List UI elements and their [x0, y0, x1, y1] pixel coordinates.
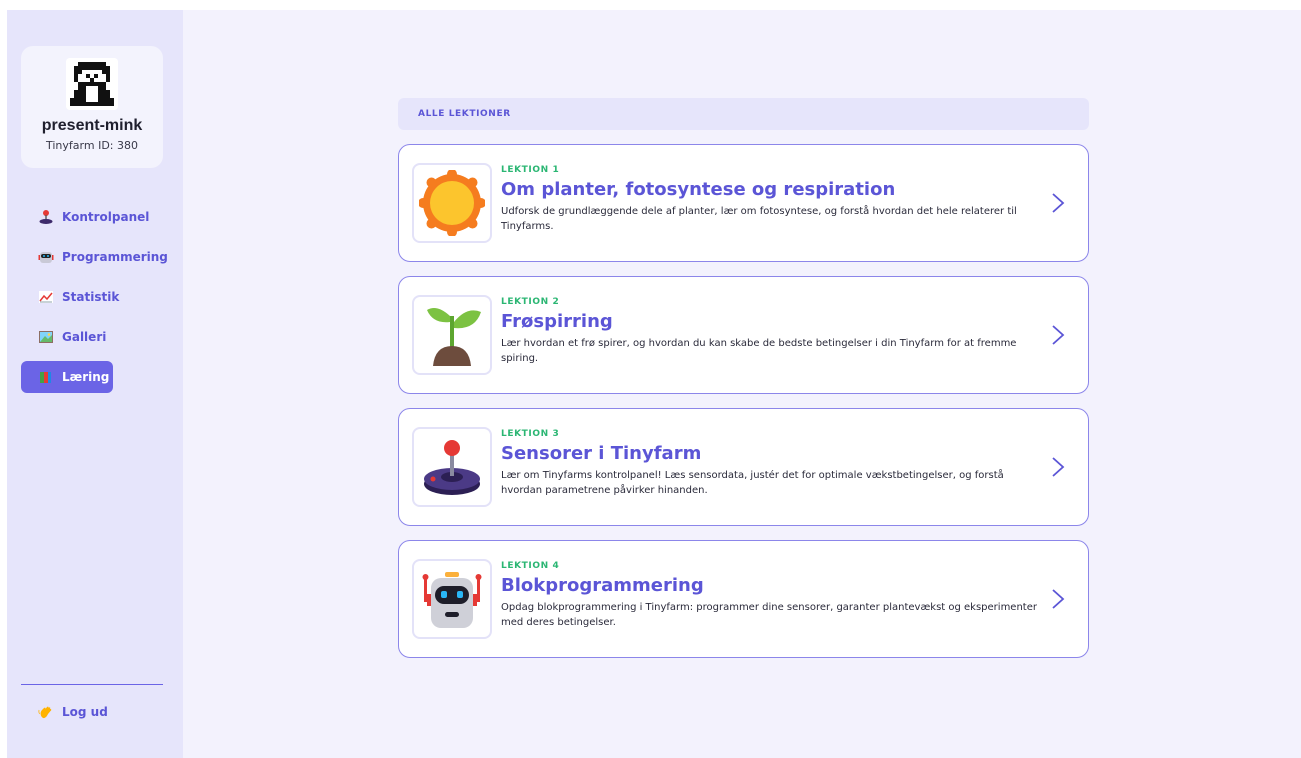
- sidebar-item-laering[interactable]: Læring: [21, 361, 113, 393]
- profile-card: present-mink Tinyfarm ID: 380: [21, 46, 163, 168]
- sidebar-divider: [21, 684, 163, 685]
- books-icon: [40, 372, 51, 383]
- avatar: [66, 58, 118, 110]
- sidebar-item-statistik[interactable]: Statistik: [21, 281, 119, 313]
- robot-icon: [38, 252, 54, 263]
- lesson-card-3[interactable]: LEKTION 3 Sensorer i Tinyfarm Lær om Tin…: [398, 408, 1089, 526]
- lesson-title: Om planter, fotosyntese og respiration: [501, 179, 896, 200]
- lesson-title: Frøspirring: [501, 311, 613, 332]
- lesson-thumbnail: [412, 559, 492, 639]
- section-title: ALLE LEKTIONER: [418, 109, 511, 119]
- lesson-text: LEKTION 2 Frøspirring Lær hvordan et frø…: [501, 297, 1041, 366]
- chevron-right-icon: [1052, 193, 1065, 213]
- lesson-description: Lær om Tinyfarms kontrolpanel! Læs senso…: [501, 470, 1004, 496]
- tinyfarm-id: Tinyfarm ID: 380: [46, 139, 138, 152]
- sidebar-item-label: Programmering: [62, 250, 168, 264]
- lesson-number: LEKTION 4: [501, 561, 560, 571]
- lesson-thumbnail: [412, 427, 492, 507]
- sidebar-item-label: Galleri: [62, 330, 107, 344]
- section-header: ALLE LEKTIONER: [398, 98, 1089, 130]
- lesson-thumbnail: [412, 295, 492, 375]
- lesson-number: LEKTION 2: [501, 297, 560, 307]
- chart-icon: [39, 291, 53, 303]
- lesson-thumbnail: [412, 163, 492, 243]
- lesson-card-4[interactable]: LEKTION 4 Blokprogrammering Opdag blokpr…: [398, 540, 1089, 658]
- lesson-description: Udforsk de grundlæggende dele af planter…: [501, 206, 1017, 232]
- sidebar-nav: Kontrolpanel Programmering Statistik Gal…: [21, 201, 171, 401]
- chevron-right-icon: [1052, 589, 1065, 609]
- lesson-description: Lær hvordan et frø spirer, og hvordan du…: [501, 338, 1017, 364]
- sidebar-item-galleri[interactable]: Galleri: [21, 321, 113, 353]
- lesson-title: Blokprogrammering: [501, 575, 704, 596]
- sidebar-item-kontrolpanel[interactable]: Kontrolpanel: [21, 201, 149, 233]
- sidebar-item-label: Statistik: [62, 290, 120, 304]
- sidebar: present-mink Tinyfarm ID: 380 Kontrolpan…: [7, 10, 183, 758]
- logout-label: Log ud: [62, 705, 108, 719]
- chevron-right-icon: [1052, 325, 1065, 345]
- lesson-title: Sensorer i Tinyfarm: [501, 443, 702, 464]
- lesson-description: Opdag blokprogrammering i Tinyfarm: prog…: [501, 602, 1037, 628]
- sidebar-item-programmering[interactable]: Programmering: [21, 241, 168, 273]
- chevron-right-icon: [1052, 457, 1065, 477]
- lesson-text: LEKTION 3 Sensorer i Tinyfarm Lær om Tin…: [501, 429, 1041, 498]
- picture-icon: [39, 331, 53, 343]
- lesson-number: LEKTION 3: [501, 429, 560, 439]
- sidebar-item-label: Kontrolpanel: [62, 210, 150, 224]
- username: present-mink: [41, 117, 143, 134]
- lesson-card-1[interactable]: LEKTION 1 Om planter, fotosyntese og res…: [398, 144, 1089, 262]
- lesson-text: LEKTION 4 Blokprogrammering Opdag blokpr…: [501, 561, 1041, 630]
- sun-icon: [419, 170, 485, 236]
- lesson-text: LEKTION 1 Om planter, fotosyntese og res…: [501, 165, 1041, 234]
- waving-hand-icon: [38, 706, 52, 719]
- lesson-number: LEKTION 1: [501, 165, 560, 175]
- lesson-card-2[interactable]: LEKTION 2 Frøspirring Lær hvordan et frø…: [398, 276, 1089, 394]
- seedling-icon: [427, 308, 481, 366]
- joystick-icon: [39, 210, 53, 224]
- robot-icon: [422, 572, 482, 628]
- logout-button[interactable]: Log ud: [38, 704, 108, 720]
- lessons-panel: ALLE LEKTIONER LEKTION 1 Om planter, fot…: [398, 98, 1089, 658]
- sidebar-item-label: Læring: [62, 370, 110, 384]
- joystick-icon: [424, 440, 480, 495]
- mink-pixel-avatar-icon: [66, 58, 118, 110]
